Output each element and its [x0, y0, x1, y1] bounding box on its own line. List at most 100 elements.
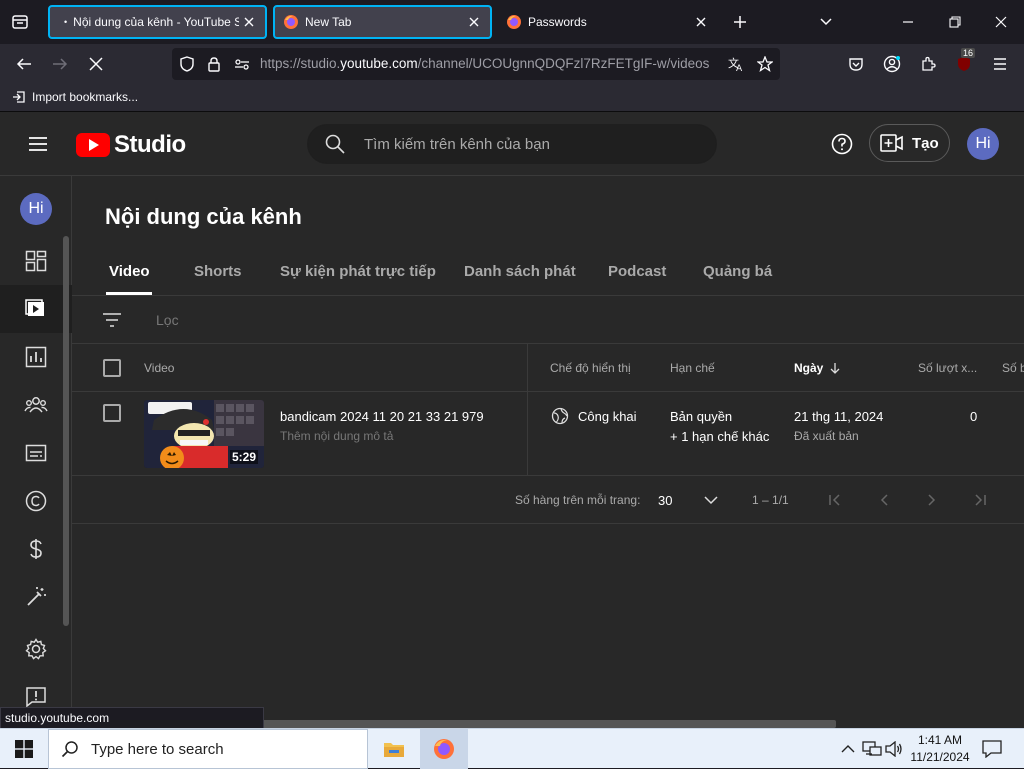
- video-description[interactable]: Thêm nội dung mô tả: [280, 429, 393, 443]
- video-title[interactable]: bandicam 2024 11 20 21 33 21 979: [280, 409, 484, 424]
- channel-search-box[interactable]: Tìm kiếm trên kênh của bạn: [307, 124, 717, 164]
- firefox-taskbar-icon[interactable]: [420, 729, 468, 769]
- first-page-icon[interactable]: [823, 488, 847, 512]
- sidebar-item-content[interactable]: [0, 285, 72, 333]
- gear-icon: [25, 638, 47, 660]
- sidebar-item-subtitles[interactable]: [0, 429, 72, 477]
- sidebar-item-earn[interactable]: [0, 525, 72, 573]
- rows-per-page-select[interactable]: 30: [658, 486, 720, 514]
- clock-time: 1:41 AM: [917, 733, 963, 747]
- account-icon[interactable]: [880, 52, 904, 76]
- studio-sidebar: Hi: [0, 176, 72, 728]
- windows-logo-icon: [15, 740, 33, 758]
- create-label: Tạo: [912, 134, 939, 152]
- taskbar-search-box[interactable]: Type here to search: [48, 729, 368, 769]
- tab-playlists[interactable]: Danh sách phát: [464, 263, 576, 280]
- studio-menu-hamburger-icon[interactable]: [26, 132, 50, 156]
- community-people-icon: [24, 397, 48, 413]
- tab-new-tab[interactable]: New Tab: [273, 5, 492, 39]
- select-all-checkbox[interactable]: [103, 359, 121, 377]
- horizontal-scrollbar[interactable]: [262, 720, 836, 728]
- filter-bar[interactable]: Lọc: [72, 296, 1024, 344]
- col-views[interactable]: Số lượt x...: [918, 361, 977, 375]
- close-tab-icon[interactable]: [464, 12, 484, 32]
- sidebar-item-analytics[interactable]: [0, 333, 72, 381]
- forward-arrow-icon[interactable]: [48, 52, 72, 76]
- import-bookmarks-label: Import bookmarks...: [32, 90, 139, 104]
- url-text[interactable]: https://studio.youtube.com/channel/UCOUg…: [260, 56, 720, 71]
- file-explorer-icon[interactable]: [370, 729, 418, 769]
- taskbar-search-placeholder: Type here to search: [91, 740, 224, 758]
- bookmark-star-icon[interactable]: [753, 52, 777, 76]
- subtitles-icon: [25, 444, 47, 462]
- ublock-extension-icon[interactable]: 16: [952, 48, 976, 76]
- firefox-icon: [506, 14, 522, 30]
- back-arrow-icon[interactable]: [12, 52, 36, 76]
- translate-icon[interactable]: 文A: [725, 52, 749, 76]
- col-comments[interactable]: Số b: [1002, 361, 1024, 375]
- view-count: 0: [970, 409, 978, 424]
- sidebar-item-copyright[interactable]: [0, 477, 72, 525]
- tab-podcast[interactable]: Podcast: [608, 263, 666, 280]
- help-icon[interactable]: [830, 132, 854, 156]
- extensions-icon[interactable]: [916, 52, 940, 76]
- tab-passwords[interactable]: Passwords: [498, 5, 717, 39]
- tab-shorts[interactable]: Shorts: [194, 263, 242, 280]
- show-hidden-icons-chevron-icon[interactable]: [836, 737, 860, 761]
- import-bookmarks-button[interactable]: Import bookmarks...: [12, 90, 138, 104]
- col-date[interactable]: Ngày: [794, 361, 841, 375]
- close-tab-icon[interactable]: [239, 12, 259, 32]
- tab-overview-icon[interactable]: [8, 10, 32, 34]
- sidebar-item-dashboard[interactable]: [0, 237, 72, 285]
- video-thumbnail[interactable]: 5:29: [144, 400, 264, 468]
- account-avatar[interactable]: Hi: [967, 128, 999, 160]
- sidebar-item-customization[interactable]: [0, 573, 72, 621]
- filter-icon[interactable]: [100, 308, 124, 332]
- close-tab-icon[interactable]: [691, 12, 711, 32]
- create-button[interactable]: Tạo: [869, 124, 950, 162]
- col-visibility[interactable]: Chế độ hiển thị: [550, 361, 631, 375]
- restore-icon[interactable]: [943, 10, 967, 34]
- channel-avatar[interactable]: Hi: [20, 193, 52, 225]
- close-window-icon[interactable]: [989, 10, 1013, 34]
- permissions-icon[interactable]: [230, 52, 254, 76]
- restriction-value[interactable]: Bản quyền: [670, 409, 732, 424]
- volume-icon[interactable]: [882, 737, 906, 761]
- tab-title: Passwords: [528, 15, 587, 29]
- app-menu-hamburger-icon[interactable]: [988, 52, 1012, 76]
- next-page-icon[interactable]: [920, 488, 944, 512]
- row-checkbox[interactable]: [103, 404, 121, 422]
- taskbar-clock[interactable]: 1:41 AM 11/21/2024: [904, 732, 976, 766]
- notifications-icon[interactable]: [980, 737, 1004, 761]
- search-placeholder: Tìm kiếm trên kênh của bạn: [364, 136, 550, 153]
- filter-placeholder: Lọc: [156, 312, 179, 328]
- prev-page-icon[interactable]: [872, 488, 896, 512]
- search-icon[interactable]: [323, 132, 347, 156]
- network-icon[interactable]: [860, 737, 884, 761]
- list-all-tabs-chevron-icon[interactable]: [814, 10, 838, 34]
- studio-logo[interactable]: Studio: [76, 131, 186, 159]
- visibility-value[interactable]: Công khai: [578, 409, 637, 424]
- pocket-icon[interactable]: [844, 52, 868, 76]
- content-tabs: Video Shorts Sự kiện phát trực tiếp Danh…: [72, 249, 1024, 296]
- start-button[interactable]: [0, 729, 48, 769]
- stop-loading-icon[interactable]: [84, 52, 108, 76]
- sidebar-item-settings[interactable]: [0, 625, 72, 673]
- restriction-more[interactable]: + 1 hạn chế khác: [670, 429, 769, 444]
- tab-youtube-studio[interactable]: • Nội dung của kênh - YouTube Studio: [48, 5, 267, 39]
- tab-live[interactable]: Sự kiện phát trực tiếp: [280, 263, 436, 280]
- tab-video[interactable]: Video: [109, 263, 150, 280]
- video-table-header: Video Chế độ hiển thị Hạn chế Ngày Số lư…: [72, 344, 1024, 392]
- lock-icon[interactable]: [202, 52, 226, 76]
- sidebar-scrollbar[interactable]: [63, 236, 69, 626]
- tracking-protection-shield-icon[interactable]: [175, 52, 199, 76]
- new-tab-plus-icon[interactable]: [728, 10, 752, 34]
- col-video: Video: [144, 361, 175, 375]
- table-row[interactable]: 5:29 bandicam 2024 11 20 21 33 21 979 Th…: [72, 392, 1024, 476]
- last-page-icon[interactable]: [968, 488, 992, 512]
- col-restrictions[interactable]: Hạn chế: [670, 361, 715, 375]
- sidebar-item-community[interactable]: [0, 381, 72, 429]
- minimize-icon[interactable]: [896, 10, 920, 34]
- address-bar[interactable]: https://studio.youtube.com/channel/UCOUg…: [172, 48, 780, 80]
- tab-promotions[interactable]: Quảng bá: [703, 263, 772, 280]
